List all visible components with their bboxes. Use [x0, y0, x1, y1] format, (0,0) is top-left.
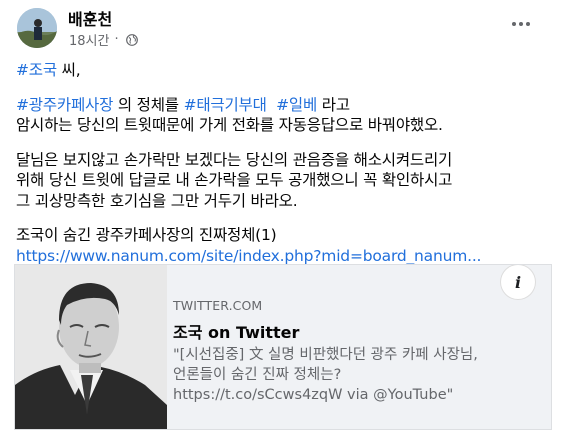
- post-time[interactable]: 18시간: [69, 30, 109, 49]
- avatar[interactable]: [17, 8, 57, 48]
- message-line: 암시하는 당신의 트윗때문에 가게 전화를 자동응답으로 바꿔야했오.: [16, 116, 443, 134]
- preview-description: "[시선집중] 文 실명 비판했다던 광주 카페 사장님, 언론들이 숨긴 진짜…: [173, 345, 543, 405]
- preview-image[interactable]: [15, 265, 167, 429]
- hashtag-link[interactable]: #일베: [276, 96, 317, 114]
- globe-icon: [125, 33, 138, 46]
- message-line: 달님은 보지않고 손가락만 보겠다는 당신의 관음증을 해소시켜드리기: [16, 150, 453, 169]
- post-message: #조국 씨, #광주카페사장 의 정체를 #태극기부대 #일베 라고 암시하는 …: [16, 60, 561, 266]
- author-name[interactable]: 배훈천: [68, 6, 112, 30]
- preview-domain: TWITTER.COM: [173, 298, 263, 313]
- meta-separator: ·: [114, 32, 119, 47]
- post-meta: 18시간 ·: [69, 30, 138, 49]
- message-text: [267, 96, 276, 114]
- message-text: 씨,: [56, 61, 81, 79]
- message-line: #광주카페사장 의 정체를 #태극기부대 #일베 라고: [16, 95, 561, 116]
- hashtag-link[interactable]: #태극기부대: [184, 96, 267, 114]
- post-card: 배훈천 18시간 · #조국 씨, #광주카페사장 의 정체를 #태극기부대 #…: [0, 0, 571, 435]
- message-line: 위해 당신 트윗에 답글로 내 손가락을 모두 공개했으니 꼭 확인하시고: [16, 171, 453, 189]
- info-icon[interactable]: i: [501, 265, 535, 299]
- message-text: 라고: [317, 95, 350, 114]
- preview-desc-line: 언론들이 숨긴 진짜 정체는?: [173, 367, 342, 383]
- preview-desc-line: https://t.co/sCcws4zqW via @YouTube": [173, 387, 454, 403]
- preview-desc-line: "[시선집중] 文 실명 비판했다던 광주 카페 사장님,: [173, 347, 478, 363]
- message-text: 의 정체를: [113, 95, 184, 114]
- external-link[interactable]: https://www.nanum.com/site/index.php?mid…: [16, 247, 481, 265]
- link-preview-card[interactable]: i TWITTER.COM 조국 on Twitter "[시선집중] 文 실명…: [14, 264, 552, 430]
- message-line: #조국 씨,: [16, 60, 561, 81]
- more-options-icon[interactable]: [508, 14, 534, 34]
- preview-title[interactable]: 조국 on Twitter: [173, 319, 299, 343]
- message-line: 조국이 숨긴 광주카페사장의 진짜정체(1): [16, 226, 277, 244]
- hashtag-link[interactable]: #광주카페사장: [16, 96, 113, 114]
- hashtag-link[interactable]: #조국: [16, 61, 57, 79]
- message-line: 그 괴상망측한 호기심을 그만 거두기 바라오.: [16, 191, 298, 210]
